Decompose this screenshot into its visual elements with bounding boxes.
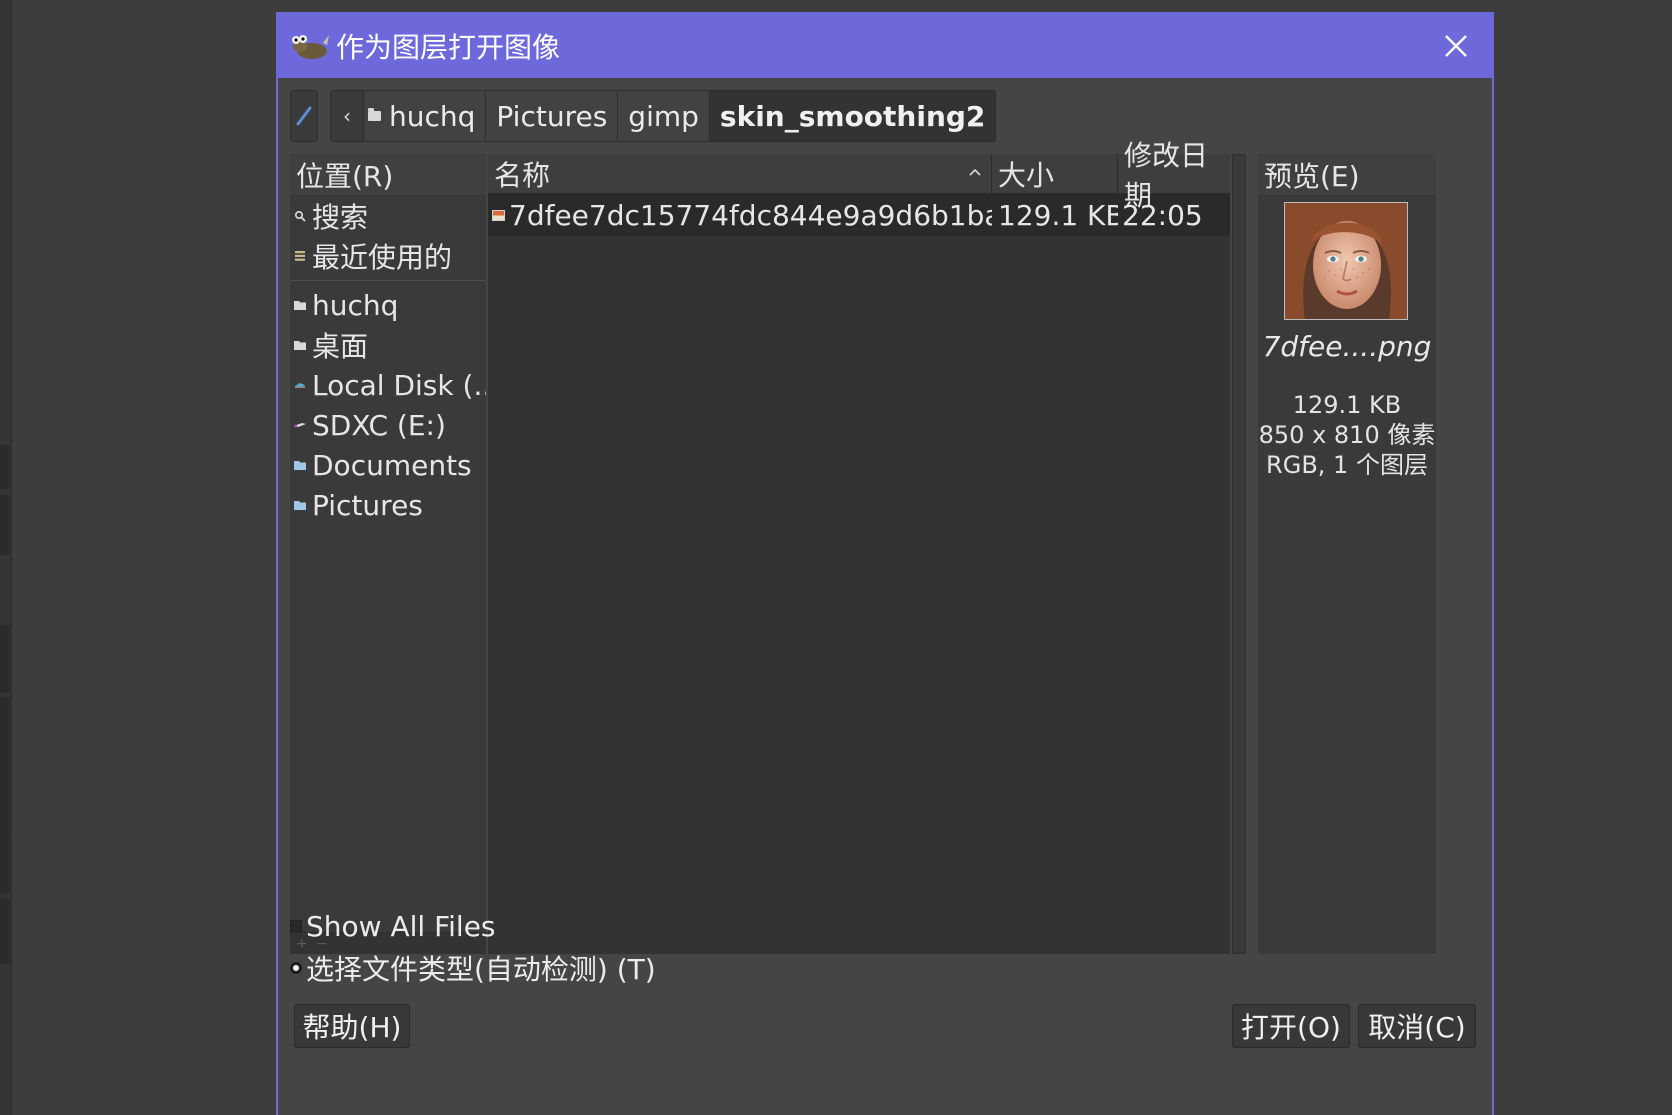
preview-pane: 预览(E) 7dfee....png 129.1 KB 850 x 810 像素… bbox=[1258, 154, 1436, 954]
file-list-scrollbar[interactable] bbox=[1232, 154, 1246, 954]
background-tool-slot bbox=[0, 445, 10, 489]
file-type-expander[interactable]: 选择文件类型(自动检测) (T) bbox=[290, 950, 656, 986]
preview-thumbnail[interactable] bbox=[1284, 202, 1408, 320]
crumb-pictures[interactable]: Pictures bbox=[485, 90, 619, 142]
search-icon bbox=[292, 208, 308, 224]
column-modified-header[interactable]: 修改日期 bbox=[1118, 139, 1230, 212]
folder-icon bbox=[292, 497, 308, 513]
place-documents[interactable]: Documents bbox=[290, 445, 486, 485]
open-button-label: 打开(O) bbox=[1241, 1011, 1341, 1044]
place-label: 最近使用的 bbox=[312, 241, 453, 274]
file-list: 名称 大小 修改日期 7dfee7dc15774fdc844e9a9d6b1ba… bbox=[488, 139, 1230, 954]
place-huchq[interactable]: huchq bbox=[290, 285, 486, 325]
crumb-gimp[interactable]: gimp bbox=[617, 90, 710, 142]
background-tool-slot bbox=[0, 898, 10, 964]
file-name: 7dfee7dc15774fdc844e9a9d6b1ba... bbox=[509, 198, 992, 232]
open-as-layers-dialog: 作为图层打开图像 ‹ huchq Pictures gimp skin_smoo… bbox=[276, 12, 1494, 1115]
column-name-header[interactable]: 名称 bbox=[488, 154, 992, 193]
file-name-cell: 7dfee7dc15774fdc844e9a9d6b1ba... bbox=[488, 199, 992, 232]
help-button-label: 帮助(H) bbox=[302, 1011, 402, 1044]
background-tool-slot bbox=[0, 764, 10, 832]
image-file-icon bbox=[492, 209, 505, 221]
dialog-titlebar[interactable]: 作为图层打开图像 bbox=[278, 14, 1492, 78]
open-button[interactable]: 打开(O) bbox=[1232, 1004, 1350, 1048]
show-all-files-label: Show All Files bbox=[306, 909, 496, 943]
folder-icon bbox=[292, 297, 308, 313]
place-label: Pictures bbox=[312, 488, 423, 522]
places-sidebar: 位置(R) 搜索 最近使用的 huchq 桌面 Local Disk (... … bbox=[290, 154, 486, 954]
crumb-label: huchq bbox=[389, 99, 476, 133]
cancel-button-label: 取消(C) bbox=[1368, 1011, 1466, 1044]
preview-header[interactable]: 预览(E) bbox=[1258, 154, 1436, 196]
preview-filename: 7dfee....png bbox=[1262, 330, 1432, 363]
show-all-files-checkbox[interactable]: Show All Files bbox=[290, 908, 496, 944]
close-button[interactable] bbox=[1438, 28, 1474, 64]
expander-indicator[interactable] bbox=[290, 962, 302, 974]
column-size-header[interactable]: 大小 bbox=[992, 154, 1118, 193]
file-row[interactable]: 7dfee7dc15774fdc844e9a9d6b1ba... 129.1 K… bbox=[488, 194, 1230, 236]
place-sdxc[interactable]: SDXC (E:) bbox=[290, 405, 486, 445]
background-tool-slot bbox=[0, 625, 10, 693]
column-label: 名称 bbox=[494, 158, 551, 192]
file-type-label: 选择文件类型(自动检测) (T) bbox=[306, 953, 656, 986]
crumb-skin-smoothing2[interactable]: skin_smoothing2 bbox=[708, 90, 997, 142]
place-desktop[interactable]: 桌面 bbox=[290, 325, 486, 365]
edit-location-button[interactable] bbox=[290, 90, 318, 142]
place-label: huchq bbox=[312, 288, 399, 322]
crumb-label: Pictures bbox=[496, 99, 608, 133]
drive-icon bbox=[292, 377, 308, 393]
folder-icon bbox=[292, 457, 308, 473]
crumb-huchq[interactable]: huchq bbox=[363, 90, 487, 142]
column-label: 修改日期 bbox=[1124, 138, 1209, 212]
background-tool-slot bbox=[0, 697, 10, 765]
dialog-title: 作为图层打开图像 bbox=[336, 31, 561, 64]
background-tool-slot bbox=[0, 495, 10, 555]
places-separator bbox=[290, 280, 486, 281]
preview-mode: RGB, 1 个图层 bbox=[1266, 451, 1428, 479]
file-list-header: 名称 大小 修改日期 bbox=[488, 139, 1230, 212]
place-label: Local Disk (... bbox=[312, 368, 486, 402]
pencil-icon bbox=[296, 106, 312, 126]
sort-ascending-icon bbox=[969, 168, 981, 176]
place-local-disk[interactable]: Local Disk (... bbox=[290, 365, 486, 405]
place-search[interactable]: 搜索 bbox=[290, 196, 486, 236]
folder-icon bbox=[292, 337, 308, 353]
preview-info: 129.1 KB 850 x 810 像素 RGB, 1 个图层 bbox=[1258, 390, 1436, 480]
background-app-toolbox bbox=[0, 0, 12, 1115]
place-label: Documents bbox=[312, 448, 472, 482]
cancel-button[interactable]: 取消(C) bbox=[1358, 1004, 1476, 1048]
checkbox-box[interactable] bbox=[290, 920, 302, 932]
crumb-label: skin_smoothing2 bbox=[719, 99, 986, 133]
path-back-button[interactable]: ‹ bbox=[330, 90, 364, 142]
path-bar: ‹ huchq Pictures gimp skin_smoothing2 bbox=[290, 90, 997, 142]
folder-icon bbox=[368, 108, 381, 121]
preview-dimensions: 850 x 810 像素 bbox=[1258, 421, 1436, 449]
removable-drive-icon bbox=[292, 417, 308, 433]
place-label: SDXC (E:) bbox=[312, 408, 446, 442]
column-label: 大小 bbox=[998, 158, 1055, 192]
crumb-label: gimp bbox=[628, 99, 699, 133]
preview-size: 129.1 KB bbox=[1292, 391, 1402, 419]
help-button[interactable]: 帮助(H) bbox=[294, 1004, 410, 1048]
place-recent[interactable]: 最近使用的 bbox=[290, 236, 486, 276]
close-icon bbox=[1445, 35, 1467, 57]
place-pictures[interactable]: Pictures bbox=[290, 485, 486, 525]
places-header: 位置(R) bbox=[290, 154, 486, 196]
place-label: 桌面 bbox=[312, 330, 369, 363]
gimp-wilber-icon bbox=[290, 29, 330, 63]
place-label: 搜索 bbox=[312, 201, 369, 234]
chevron-left-icon: ‹ bbox=[343, 104, 351, 128]
recent-icon bbox=[292, 248, 308, 264]
file-size: 129.1 KB bbox=[998, 198, 1118, 232]
background-tool-slot bbox=[0, 832, 10, 894]
